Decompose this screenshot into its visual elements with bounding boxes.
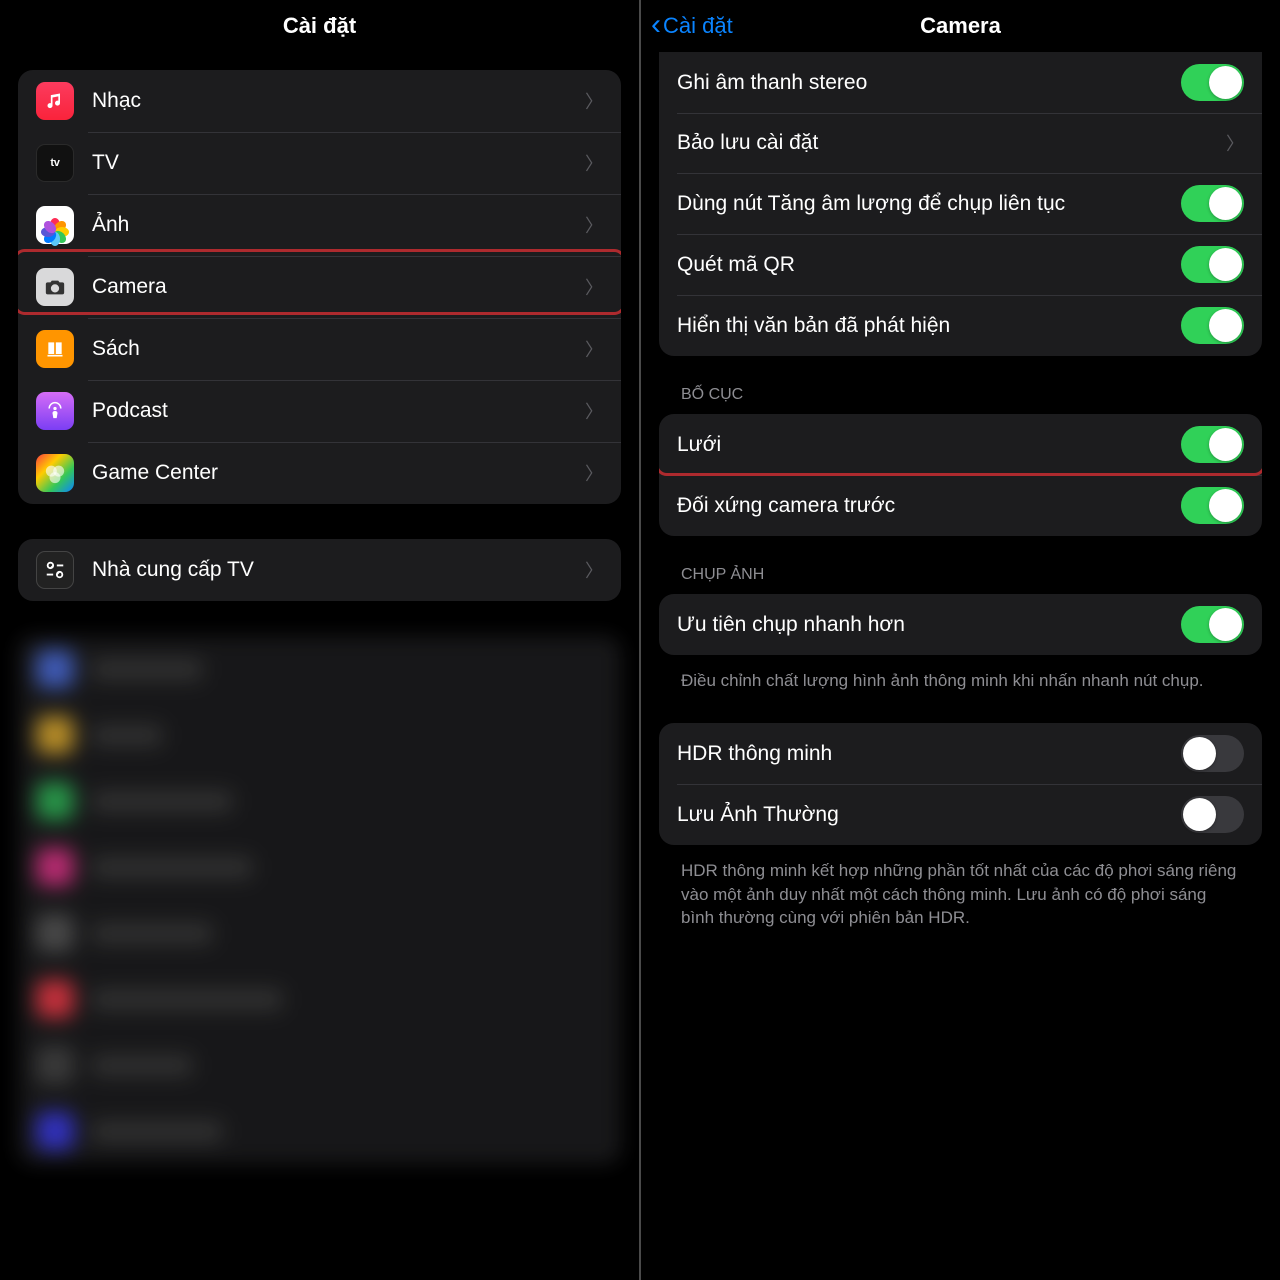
- row-label: Ghi âm thanh stereo: [677, 69, 1181, 96]
- chevron-right-icon: 〉: [585, 88, 603, 114]
- settings-scroll: Nhạc 〉 tv TV 〉: [0, 52, 639, 1280]
- row-label: Đối xứng camera trước: [677, 492, 1181, 519]
- row-label: HDR thông minh: [677, 740, 1181, 767]
- tv-provider-icon: [36, 551, 74, 589]
- row-podcasts[interactable]: Podcast 〉: [18, 380, 621, 442]
- header-title: Cài đặt: [283, 13, 356, 39]
- back-label: Cài đặt: [663, 13, 733, 39]
- row-music[interactable]: Nhạc 〉: [18, 70, 621, 132]
- chevron-right-icon: 〉: [585, 212, 603, 238]
- books-icon: [36, 330, 74, 368]
- section-capture-header: CHỤP ẢNH: [659, 566, 1262, 594]
- row-label: Lưới: [677, 431, 1181, 458]
- tv-icon: tv: [36, 144, 74, 182]
- row-smart-hdr[interactable]: HDR thông minh: [659, 723, 1262, 784]
- photos-icon: [36, 206, 74, 244]
- toggle-volume-burst[interactable]: [1181, 185, 1244, 222]
- row-faster-shot[interactable]: Ưu tiên chụp nhanh hơn: [659, 594, 1262, 655]
- blurred-group: [18, 636, 621, 1164]
- chevron-left-icon: ‹: [651, 10, 661, 40]
- row-mirror-front[interactable]: Đối xứng camera trước: [659, 475, 1262, 536]
- chevron-right-icon: 〉: [1226, 130, 1244, 156]
- group-layout: Lưới Đối xứng camera trước: [659, 414, 1262, 536]
- row-gamecenter[interactable]: Game Center 〉: [18, 442, 621, 504]
- row-label: Ảnh: [92, 211, 585, 238]
- footer-hdr: HDR thông minh kết hợp những phần tốt nh…: [659, 849, 1262, 930]
- provider-group: Nhà cung cấp TV 〉: [18, 539, 621, 601]
- row-label: Nhà cung cấp TV: [92, 556, 585, 583]
- toggle-keep-normal[interactable]: [1181, 796, 1244, 833]
- toggle-live-text[interactable]: [1181, 307, 1244, 344]
- row-photos[interactable]: Ảnh 〉: [18, 194, 621, 256]
- header: ‹ Cài đặt Camera: [641, 0, 1280, 52]
- camera-settings-panel: ‹ Cài đặt Camera Ghi âm thanh stereo Bảo…: [641, 0, 1280, 1280]
- row-label: TV: [92, 149, 585, 176]
- toggle-stereo[interactable]: [1181, 64, 1244, 101]
- toggle-smart-hdr[interactable]: [1181, 735, 1244, 772]
- camera-icon: [36, 268, 74, 306]
- row-label: Sách: [92, 335, 585, 362]
- apps-group: Nhạc 〉 tv TV 〉: [18, 70, 621, 504]
- back-button[interactable]: ‹ Cài đặt: [651, 12, 733, 40]
- row-live-text[interactable]: Hiển thị văn bản đã phát hiện: [659, 295, 1262, 356]
- chevron-right-icon: 〉: [585, 150, 603, 176]
- chevron-right-icon: 〉: [585, 336, 603, 362]
- row-label: Camera: [92, 273, 585, 300]
- chevron-right-icon: 〉: [585, 274, 603, 300]
- section-layout-header: BỐ CỤC: [659, 386, 1262, 414]
- row-tv-provider[interactable]: Nhà cung cấp TV 〉: [18, 539, 621, 601]
- settings-root-panel: Cài đặt Nhạc 〉 tv TV 〉: [0, 0, 639, 1280]
- row-stereo-audio[interactable]: Ghi âm thanh stereo: [659, 52, 1262, 113]
- row-label: Game Center: [92, 459, 585, 486]
- row-scan-qr[interactable]: Quét mã QR: [659, 234, 1262, 295]
- row-label: Ưu tiên chụp nhanh hơn: [677, 611, 1181, 638]
- group-capture: Ưu tiên chụp nhanh hơn: [659, 594, 1262, 655]
- row-label: Hiển thị văn bản đã phát hiện: [677, 312, 1181, 339]
- row-tv[interactable]: tv TV 〉: [18, 132, 621, 194]
- header: Cài đặt: [0, 0, 639, 52]
- podcasts-icon: [36, 392, 74, 430]
- row-label: Dùng nút Tăng âm lượng để chụp liên tục: [677, 190, 1181, 217]
- toggle-mirror[interactable]: [1181, 487, 1244, 524]
- toggle-qr[interactable]: [1181, 246, 1244, 283]
- row-grid[interactable]: Lưới: [659, 414, 1262, 475]
- toggle-faster-shot[interactable]: [1181, 606, 1244, 643]
- group-main: Ghi âm thanh stereo Bảo lưu cài đặt 〉 Dù…: [659, 52, 1262, 356]
- chevron-right-icon: 〉: [585, 557, 603, 583]
- row-label: Nhạc: [92, 87, 585, 114]
- music-icon: [36, 82, 74, 120]
- row-camera[interactable]: Camera 〉: [18, 256, 621, 318]
- camera-scroll: Ghi âm thanh stereo Bảo lưu cài đặt 〉 Dù…: [641, 52, 1280, 1280]
- row-keep-normal[interactable]: Lưu Ảnh Thường: [659, 784, 1262, 845]
- chevron-right-icon: 〉: [585, 460, 603, 486]
- row-preserve-settings[interactable]: Bảo lưu cài đặt 〉: [659, 113, 1262, 173]
- toggle-grid[interactable]: [1181, 426, 1244, 463]
- gamecenter-icon: [36, 454, 74, 492]
- footer-capture: Điều chỉnh chất lượng hình ảnh thông min…: [659, 659, 1262, 693]
- row-books[interactable]: Sách 〉: [18, 318, 621, 380]
- row-volume-burst[interactable]: Dùng nút Tăng âm lượng để chụp liên tục: [659, 173, 1262, 234]
- row-label: Podcast: [92, 397, 585, 424]
- group-hdr: HDR thông minh Lưu Ảnh Thường: [659, 723, 1262, 845]
- row-label: Quét mã QR: [677, 251, 1181, 278]
- header-title: Camera: [920, 13, 1001, 39]
- row-label: Lưu Ảnh Thường: [677, 801, 1181, 828]
- chevron-right-icon: 〉: [585, 398, 603, 424]
- row-label: Bảo lưu cài đặt: [677, 129, 1226, 156]
